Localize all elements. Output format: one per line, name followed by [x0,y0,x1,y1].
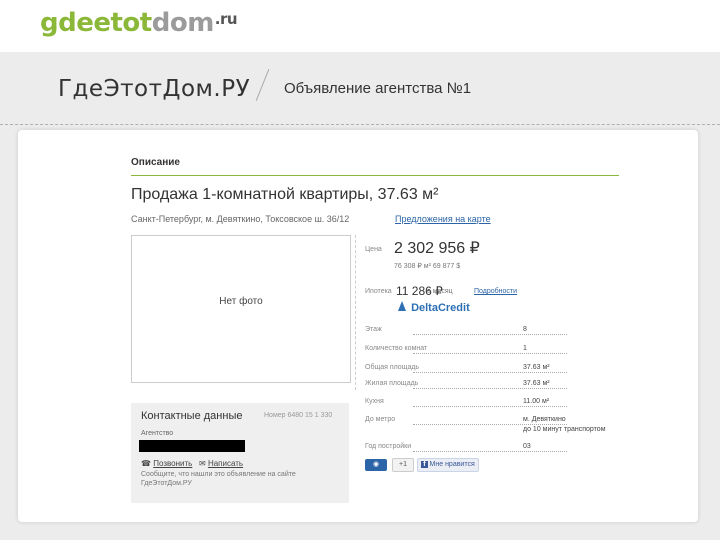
detail-label: Год постройки [365,443,412,450]
listing-address: Санкт-Петербург, м. Девяткино, Токсовско… [131,214,350,224]
detail-value: 03 [523,443,531,450]
row-leader [413,372,567,373]
bank-logo[interactable]: DeltaCredit [396,300,470,314]
site-logo[interactable]: gdeetotdom.ru [40,8,238,38]
call-button[interactable]: ☎ Позвонить [141,459,192,468]
map-link[interactable]: Предложения на карте [395,214,491,224]
share-icon: ◉ [372,461,380,468]
mail-icon: ✉ [199,459,206,468]
logo-part2: dom [151,8,215,38]
price-per-meter: 76 308 ₽ м² 69 877 $ [394,263,461,270]
detail-label: Общая площадь [365,364,420,371]
listing-id: Номер 6480 15 1 330 [264,412,333,419]
bank-name: DeltaCredit [411,302,470,314]
detail-value: 37.63 м² [523,364,550,371]
logo-suffix: .ru [214,10,238,28]
mortgage-details-link[interactable]: Подробности [474,288,517,295]
detail-value: 1 [523,345,527,352]
detail-label: Этаж [365,326,382,333]
call-label: Позвонить [153,459,193,468]
detail-row-floor: Этаж 8 [365,326,615,338]
photo-placeholder: Нет фото [131,235,351,383]
no-photo-label: Нет фото [219,296,263,307]
page-subtitle: Объявление агентства №1 [284,80,472,97]
column-divider [355,235,357,390]
mortgage-label: Ипотека [365,288,392,295]
price-value: 2 302 956 ₽ [394,240,480,257]
detail-label: Жилая площадь [365,380,419,387]
phone-icon: ☎ [141,459,151,468]
detail-row-kitchen: Кухня 11.00 м² [365,398,615,410]
facebook-icon: f [421,461,428,468]
listing-title: Продажа 1-комнатной квартиры, 37.63 м² [131,186,439,203]
detail-row-total-area: Общая площадь 37.63 м² [365,364,615,376]
mortgage-period: в месяц [427,288,453,295]
detail-value: м. Девяткино [523,416,566,423]
row-leader [413,353,567,354]
plus-one-button[interactable]: +1 [392,458,414,472]
detail-value: 37.63 м² [523,380,550,387]
dashed-divider [0,124,720,125]
row-leader [413,424,567,425]
detail-value: 8 [523,326,527,333]
detail-row-rooms: Количество комнат 1 [365,345,615,357]
detail-row-year: Год постройки 03 [365,443,615,455]
detail-row-living-area: Жилая площадь 37.63 м² [365,380,615,392]
like-label: Мне нравится [429,461,475,468]
logo-part1: gdeetot [40,8,152,38]
tab-description[interactable]: Описание [131,157,180,168]
like-button[interactable]: f Мне нравится [417,458,479,472]
site-title: ГдеЭтотДом.РУ [58,76,251,102]
write-label: Написать [207,459,244,468]
row-leader [413,388,567,389]
tab-underline [131,175,619,176]
detail-label: Количество комнат [365,345,428,352]
share-button[interactable]: ◉ [365,459,387,471]
detail-value: 11.00 м² [523,398,550,405]
row-leader [413,451,567,452]
price-label: Цена [365,246,382,253]
contacts-title: Контактные данные [141,410,243,422]
contacts-note: Сообщите, что нашли это объявление на са… [141,471,296,487]
row-leader [413,334,567,335]
agent-label: Агентство [141,430,174,437]
redacted-phone [139,440,245,452]
bank-icon [398,301,406,311]
detail-value: до 10 минут транспортом [523,426,606,433]
detail-label: Кухня [365,398,384,405]
detail-label: До метро [365,416,396,423]
write-button[interactable]: ✉ Написать [199,459,243,468]
row-leader [413,406,567,407]
detail-row-metro-time: до 10 минут транспортом [365,426,615,438]
